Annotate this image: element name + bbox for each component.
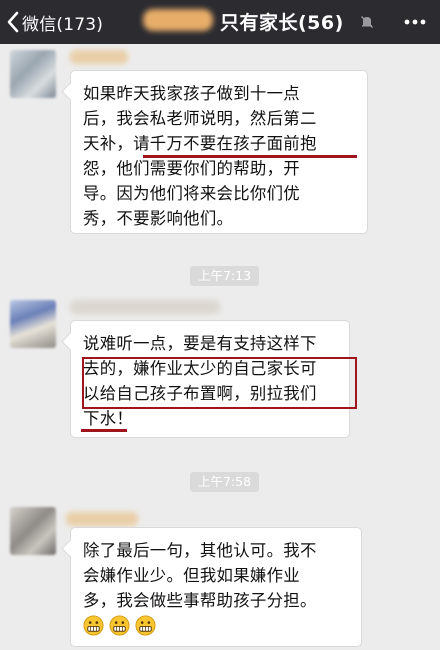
message-line: 怨，他们需要你们的帮助，开 [83,159,300,178]
more-dots-icon[interactable] [401,13,429,31]
blurred-nickname [70,300,220,314]
chevron-left-icon [7,11,19,33]
chat-header: 微信(173) 只有家长(56) [0,0,440,44]
message-line: 以给自己孩子布置啊，别拉我们 [83,384,317,403]
message-line: 说难听一点，要是有支持这样下 [83,334,317,353]
red-underline [81,429,127,432]
message-line: 会嫌作业少。但我如果嫌作业 [83,566,300,585]
chat-title: 只有家长(56) [220,12,344,34]
message-line: 如果昨天我家孩子做到十一点 [83,84,300,103]
red-underline [143,155,357,158]
emoji-row [83,615,349,636]
timestamp: 上午7:13 [190,266,260,286]
avatar[interactable] [10,507,56,555]
message-bubble[interactable]: 如果昨天我家孩子做到十一点 后，我会私老师说明，然后第二 天补，请千万不要在孩子… [70,70,368,234]
message-line: 天补，请千万不要在孩子面前抱 [83,131,355,156]
message-bubble[interactable]: 说难听一点，要是有支持这样下 去的，嫌作业太少的自己家长可 以给自己孩子布置啊，… [70,320,350,438]
grimace-emoji-icon [135,615,156,636]
blurred-redaction [143,9,213,31]
message-line: 后，我会私老师说明，然后第二 [83,109,317,128]
message-line: 去的，嫌作业太少的自己家长可 [83,359,317,378]
message-line: 多，我会做些事帮助孩子分担。 [83,591,317,610]
avatar[interactable] [10,50,56,98]
blurred-nickname [70,50,128,64]
timestamp: 上午7:58 [190,472,260,492]
back-label: 微信(173) [22,14,104,35]
back-button[interactable]: 微信(173) [6,9,103,35]
message-line: 导。因为他们将来会比你们优 [83,184,300,203]
grimace-emoji-icon [83,615,104,636]
avatar[interactable] [10,300,56,348]
message-line: 下水！ [83,409,134,428]
message-bubble[interactable]: 除了最后一句，其他认可。我不 会嫌作业少。但我如果嫌作业 多，我会做些事帮助孩子… [70,527,362,647]
message-line: 秀，不要影响他们。 [83,209,234,228]
message-text: 天补，请千万不要在孩子面前抱 [83,134,317,153]
blurred-nickname [66,512,138,526]
message-line: 除了最后一句，其他认可。我不 [83,541,317,560]
grimace-emoji-icon [109,615,130,636]
mute-bell-icon [360,15,374,29]
